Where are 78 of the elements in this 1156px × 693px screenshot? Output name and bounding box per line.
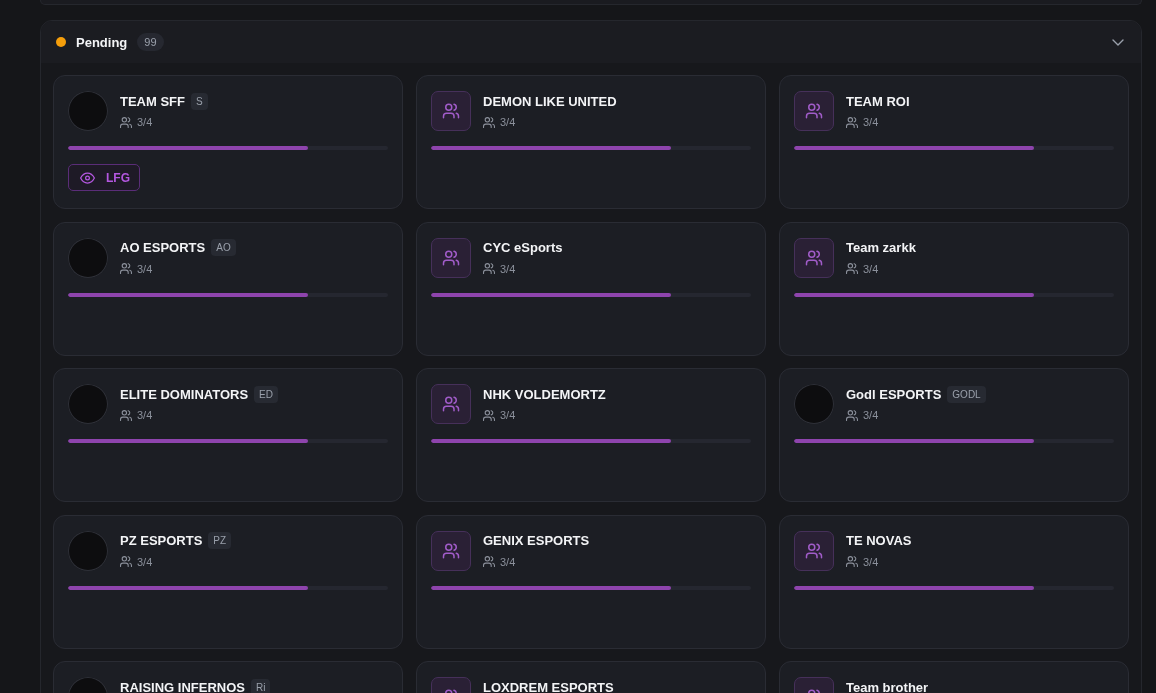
team-name: Team zarkk bbox=[846, 240, 916, 255]
chevron-icon[interactable] bbox=[1112, 38, 1124, 46]
team-name: DEMON LIKE UNITED bbox=[483, 93, 617, 109]
team-name: TE NOVAS bbox=[846, 533, 912, 548]
team-logo bbox=[68, 237, 108, 278]
member-count: 3/4 bbox=[863, 555, 879, 568]
users-icon bbox=[794, 237, 834, 278]
users-icon bbox=[846, 409, 858, 421]
team-logo bbox=[68, 384, 108, 424]
team-card[interactable]: TE NOVAS 3/4 bbox=[779, 514, 1129, 649]
team-card[interactable]: TEAM ROI 3/4 bbox=[779, 75, 1129, 209]
team-name: PZ ESPORTS bbox=[120, 533, 203, 548]
team-card[interactable]: GENIX ESPORTS 3/4 bbox=[416, 514, 766, 649]
team-name: LOXDREM ESPORTS bbox=[483, 679, 614, 693]
member-count: 3/4 bbox=[137, 409, 153, 421]
team-name: Team brother bbox=[846, 679, 929, 693]
users-icon bbox=[120, 409, 132, 421]
member-count: 3/4 bbox=[863, 262, 879, 275]
users-icon bbox=[120, 263, 132, 274]
team-name: ELITE DOMINATORS bbox=[120, 386, 249, 402]
users-icon bbox=[483, 556, 495, 567]
team-name: TEAM ROI bbox=[846, 93, 910, 109]
users-icon bbox=[483, 116, 495, 128]
users-icon bbox=[846, 556, 858, 567]
team-card[interactable]: AO ESPORTS AO 3/4 bbox=[53, 221, 403, 356]
team-name: AO ESPORTS bbox=[120, 240, 206, 255]
team-card[interactable]: Team brother bbox=[779, 661, 1129, 693]
team-name: Godl ESPORTS bbox=[846, 386, 942, 402]
eye-icon bbox=[80, 171, 95, 184]
users-icon bbox=[846, 116, 858, 128]
users-icon bbox=[846, 263, 858, 274]
team-card[interactable]: PZ ESPORTS PZ 3/4 bbox=[53, 514, 403, 649]
team-name: RAISING INFERNOS bbox=[120, 679, 245, 693]
member-count: 3/4 bbox=[863, 116, 879, 128]
team-name: GENIX ESPORTS bbox=[483, 533, 590, 548]
team-card[interactable]: ELITE DOMINATORS ED 3/4 bbox=[53, 368, 403, 502]
team-card[interactable]: DEMON LIKE UNITED 3/4 bbox=[416, 75, 766, 209]
member-count: 3/4 bbox=[500, 262, 516, 275]
team-tag: ED bbox=[254, 385, 278, 403]
users-icon bbox=[431, 237, 471, 278]
users-icon bbox=[483, 263, 495, 274]
section-header[interactable]: Pending 99 bbox=[41, 21, 1141, 63]
users-icon bbox=[120, 556, 132, 567]
team-card[interactable]: RAISING INFERNOS Ri bbox=[53, 661, 403, 693]
member-count: 3/4 bbox=[500, 409, 516, 421]
team-tag: Ri bbox=[250, 678, 271, 693]
member-count: 3/4 bbox=[137, 116, 153, 128]
team-card[interactable]: Team zarkk 3/4 bbox=[779, 221, 1129, 356]
team-tag: S bbox=[191, 92, 208, 110]
member-count: 3/4 bbox=[137, 262, 153, 275]
team-tag: AO bbox=[211, 239, 236, 256]
team-tag: GODL bbox=[947, 385, 986, 403]
users-icon bbox=[431, 91, 471, 131]
team-card[interactable]: TEAM SFF S 3/4 LFG bbox=[53, 75, 403, 209]
users-icon bbox=[120, 116, 132, 128]
team-card[interactable]: LOXDREM ESPORTS bbox=[416, 661, 766, 693]
team-tag: PZ bbox=[208, 532, 232, 549]
team-logo bbox=[68, 91, 108, 131]
team-logo bbox=[68, 530, 108, 571]
team-card[interactable]: NHK VOLDEMORTZ 3/4 bbox=[416, 368, 766, 502]
users-icon bbox=[794, 91, 834, 131]
member-count: 3/4 bbox=[500, 555, 516, 568]
team-name: CYC eSports bbox=[483, 240, 563, 255]
users-icon bbox=[794, 530, 834, 571]
count-badge: 99 bbox=[137, 33, 164, 51]
users-icon bbox=[483, 409, 495, 421]
member-count: 3/4 bbox=[863, 409, 879, 421]
users-icon bbox=[431, 384, 471, 424]
section-title: Pending bbox=[76, 34, 128, 50]
team-logo bbox=[794, 384, 834, 424]
team-name: NHK VOLDEMORTZ bbox=[483, 386, 606, 402]
team-card[interactable]: CYC eSports 3/4 bbox=[416, 221, 766, 356]
member-count: 3/4 bbox=[137, 555, 153, 568]
lfg-button[interactable]: LFG bbox=[68, 164, 140, 191]
users-icon bbox=[431, 530, 471, 571]
team-card[interactable]: Godl ESPORTS GODL 3/4 bbox=[779, 368, 1129, 502]
team-name: TEAM SFF bbox=[120, 93, 185, 109]
member-count: 3/4 bbox=[500, 116, 516, 128]
